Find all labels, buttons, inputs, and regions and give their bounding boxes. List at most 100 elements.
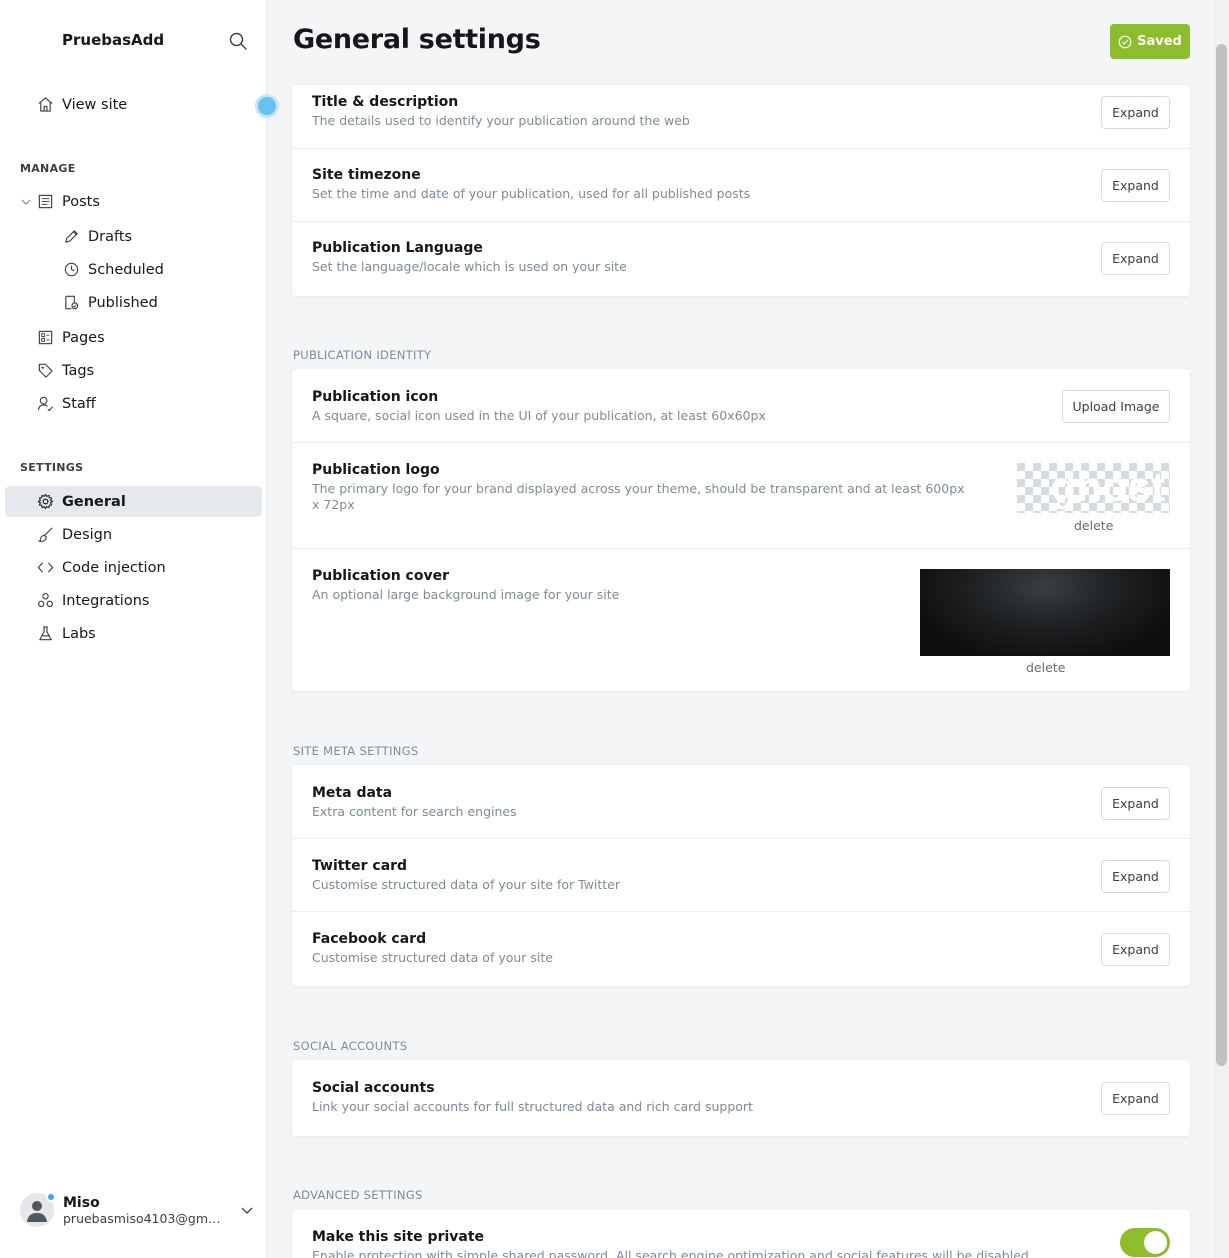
toggle-knob [1144,1231,1167,1254]
expand-title-description-button[interactable]: Expand [1101,96,1170,129]
integrations-icon [36,592,54,610]
brush-icon [36,526,54,544]
expand-facebook-card-button[interactable]: Expand [1101,933,1170,966]
row-title: Meta data [312,785,393,801]
check-circle-icon [1118,35,1132,48]
row-title: Publication icon [312,389,439,405]
nav-integrations[interactable]: Integrations [5,585,262,616]
delete-logo-link[interactable]: delete [1074,518,1113,533]
nav-drafts-label: Drafts [88,228,133,245]
delete-cover-link[interactable]: delete [1026,660,1065,675]
publication-identity-card: Publication icon A square, social icon u… [292,369,1190,691]
nav-posts[interactable]: Posts [5,186,262,217]
facebook-card-row: Facebook card Customise structured data … [292,912,1190,986]
nav-staff[interactable]: Staff [5,388,262,419]
basic-settings-card: Title & description The details used to … [292,85,1190,296]
nav-view-site-label: View site [62,96,128,113]
row-title: Site timezone [312,167,421,183]
row-title: Facebook card [312,931,427,947]
search-icon[interactable] [228,31,248,51]
row-description: The details used to identify your public… [312,113,690,128]
row-description: Extra content for search engines [312,804,517,819]
site-meta-title: SITE META SETTINGS [293,744,419,758]
advanced-settings-title: ADVANCED SETTINGS [293,1188,423,1202]
page-title: General settings [293,24,541,55]
tag-icon [36,362,54,380]
save-button[interactable]: Saved [1110,24,1190,59]
publication-logo-image[interactable]: ghost [1017,463,1170,513]
clock-icon [62,261,80,279]
nav-code-injection[interactable]: Code injection [5,552,262,583]
expand-twitter-card-button[interactable]: Expand [1101,860,1170,893]
nav-code-injection-label: Code injection [62,559,166,576]
row-title: Publication Language [312,240,483,256]
published-icon [62,294,80,312]
chevron-down-icon[interactable] [240,1203,254,1217]
social-accounts-title: SOCIAL ACCOUNTS [293,1039,408,1053]
row-title: Publication cover [312,568,449,584]
nav-staff-label: Staff [62,395,96,412]
row-title: Publication logo [312,462,440,478]
pencil-icon [62,228,80,246]
title-description-row: Title & description The details used to … [292,85,1190,149]
expand-social-accounts-button[interactable]: Expand [1101,1082,1170,1115]
pages-icon [36,329,54,347]
nav-design[interactable]: Design [5,519,262,550]
user-email: pruebasmiso4103@gmai... [63,1210,223,1226]
upload-icon-button[interactable]: Upload Image [1062,390,1170,423]
staff-icon [36,395,54,413]
expand-language-button[interactable]: Expand [1101,242,1170,275]
logo-wordmark: ghost [1051,463,1165,510]
posts-icon [36,193,54,211]
nav-general[interactable]: General [5,486,262,517]
row-description: The primary logo for your brand displaye… [312,481,965,512]
row-title: Social accounts [312,1080,435,1096]
publication-language-row: Publication Language Set the language/lo… [292,222,1190,296]
user-name: Miso [63,1194,100,1211]
home-icon [36,96,54,114]
expand-timezone-button[interactable]: Expand [1101,169,1170,202]
nav-labs-label: Labs [62,625,96,642]
private-site-toggle[interactable] [1120,1228,1170,1257]
nav-scheduled-label: Scheduled [88,261,164,278]
social-accounts-row: Social accounts Link your social account… [292,1060,1190,1136]
gear-icon [36,493,54,511]
nav-published[interactable]: Published [5,287,262,318]
row-description: Customise structured data of your site [312,950,553,965]
sidebar: PruebasAdd View site MANAGE Posts Drafts… [0,0,279,1258]
settings-section-title: SETTINGS [20,461,84,474]
nav-scheduled[interactable]: Scheduled [5,254,262,285]
nav-pages[interactable]: Pages [5,322,262,353]
row-title: Make this site private [312,1229,485,1245]
nav-view-site[interactable]: View site [5,89,262,120]
nav-tags[interactable]: Tags [5,355,262,386]
publication-cover-row: Publication cover An optional large back… [292,549,1190,691]
site-timezone-row: Site timezone Set the time and date of y… [292,149,1190,222]
row-description: A square, social icon used in the UI of … [312,408,766,423]
avatar [20,1192,56,1227]
row-title: Twitter card [312,858,408,874]
user-menu[interactable]: Miso pruebasmiso4103@gmai... [20,1190,260,1230]
nav-general-label: General [62,493,126,510]
status-dot [46,1192,56,1202]
code-icon [36,559,54,577]
social-accounts-card: Social accounts Link your social account… [292,1060,1190,1136]
nav-drafts[interactable]: Drafts [5,221,262,252]
scrollbar-thumb[interactable] [1216,44,1227,1066]
meta-data-row: Meta data Extra content for search engin… [292,765,1190,839]
row-description: Link your social accounts for full struc… [312,1099,753,1114]
nav-design-label: Design [62,526,113,543]
nav-pages-label: Pages [62,329,105,346]
advanced-settings-card: Make this site private Enable protection… [292,1210,1190,1258]
scrollbar[interactable] [1214,0,1229,1258]
user-avatar-icon [27,1201,47,1222]
expand-meta-data-button[interactable]: Expand [1101,787,1170,820]
nav-labs[interactable]: Labs [5,618,262,649]
save-button-label: Saved [1137,34,1182,49]
row-description: Enable protection with simple shared pas… [312,1248,1033,1258]
row-description: Set the language/locale which is used on… [312,259,627,274]
publication-logo-row: Publication logo The primary logo for yo… [292,443,1190,549]
site-brand[interactable]: PruebasAdd [62,31,164,49]
row-description: Customise structured data of your site f… [312,877,621,892]
publication-cover-image[interactable] [920,569,1170,656]
